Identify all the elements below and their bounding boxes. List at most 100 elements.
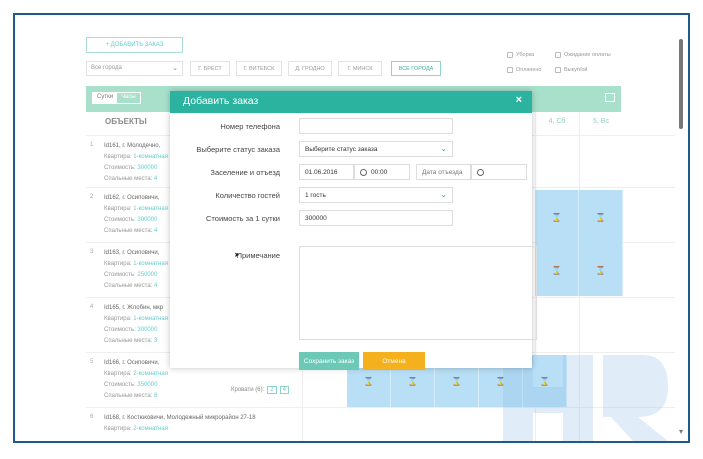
scroll-down-icon[interactable]: ▾ <box>679 427 683 436</box>
row-value: 350000 <box>137 382 158 388</box>
booked-cell[interactable]: ⌛ <box>579 190 623 245</box>
city-select[interactable]: Все города ⌄ <box>86 61 183 76</box>
booked-cell[interactable]: ⌛ <box>579 245 623 296</box>
row-value: 8 <box>154 393 158 399</box>
save-order-button[interactable]: Сохранить заказ <box>299 352 359 370</box>
price-label: Стоимость за 1 сутки <box>206 214 280 223</box>
city-button-grodno[interactable]: Д. ГРОДНО <box>288 61 332 76</box>
phone-input[interactable] <box>299 118 453 134</box>
checkout-time-input[interactable] <box>471 164 527 180</box>
row-key: Спальные места: <box>104 176 153 182</box>
cancel-button[interactable]: Отмена <box>363 352 425 370</box>
city-button-vitebsk[interactable]: Г. ВИТЕБСК <box>236 61 282 76</box>
row-key: Стоимость: <box>104 217 136 223</box>
chevron-down-icon: ⌄ <box>440 190 447 199</box>
checkout-date-input[interactable]: Дата отъезда <box>416 164 471 180</box>
row-key: Стоимость: <box>104 165 136 171</box>
row-details: Id165, г. Жлобин, мкр Квартира: 1-комнат… <box>104 303 168 347</box>
row-details: Id168, г. Костюковичи, Молодежный микрор… <box>104 413 256 435</box>
row-key: Стоимость: <box>104 272 136 278</box>
row-value: 4 <box>154 228 158 234</box>
toggle-days[interactable]: Сутки <box>93 93 118 103</box>
row-title: Id166, г. Осиповичи, <box>104 360 160 366</box>
row-title: Id163, г. Осиповичи, <box>104 250 160 256</box>
legend-cleaning: Уборка <box>507 52 534 58</box>
day-header: 5, Вс <box>593 117 609 125</box>
guests-select[interactable]: 1 гость ⌄ <box>299 187 453 203</box>
toggle-hours[interactable]: Часы <box>117 93 140 103</box>
booked-cell[interactable]: ⌛ <box>535 245 579 296</box>
phone-label: Номер телефона <box>220 122 280 131</box>
booked-cell[interactable]: ⌛ <box>535 190 579 245</box>
row-details: Id161, г. Молодечно, Квартира: 1-комнатн… <box>104 141 168 185</box>
chevron-down-icon: ⌄ <box>440 144 447 153</box>
price-input[interactable]: 300000 <box>299 210 453 226</box>
guests-label: Количество гостей <box>215 191 280 200</box>
status-label: Выберите статус заказа <box>196 145 280 154</box>
row-key: Спальные места: <box>104 393 153 399</box>
checkin-time-input[interactable]: 00:00 <box>354 164 410 180</box>
row-value: 1-комнатная <box>133 261 168 267</box>
city-select-value: Все города <box>91 65 122 71</box>
row-key: Квартира: <box>104 154 132 160</box>
row-value: 300000 <box>137 217 158 223</box>
row-number: 4 <box>90 304 94 310</box>
row-value: 2-комнатная <box>133 426 168 432</box>
row-value: 1-комнатная <box>133 206 168 212</box>
screenshot-frame: + ДОБАВИТЬ ЗАКАЗ Все города ⌄ Г. БРЕСТ Г… <box>13 13 690 443</box>
row-key: Стоимость: <box>104 382 136 388</box>
row-key: Квартира: <box>104 316 132 322</box>
scrollbar-thumb[interactable] <box>679 39 683 129</box>
row-value: 250000 <box>137 272 158 278</box>
scrollbar[interactable]: ▾ <box>675 15 688 441</box>
legend-awaiting-payment: Ожидание оплаты <box>555 52 611 58</box>
row-number: 6 <box>90 414 94 420</box>
beds-info: Кровати (6): 2 4 <box>231 386 289 394</box>
broom-icon <box>507 52 513 58</box>
close-icon[interactable]: × <box>516 94 522 106</box>
beds-value[interactable]: 4 <box>279 386 289 394</box>
booking-app: + ДОБАВИТЬ ЗАКАЗ Все города ⌄ Г. БРЕСТ Г… <box>15 15 676 441</box>
row-key: Квартира: <box>104 261 132 267</box>
checkin-date-input[interactable]: 01.06.2016 <box>299 164 354 180</box>
row-value: 4 <box>154 283 158 289</box>
mouse-cursor-icon: ➤ <box>234 252 240 259</box>
row-value: 4 <box>154 176 158 182</box>
city-button-all[interactable]: ВСЕ ГОРОДА <box>391 61 441 76</box>
row-number: 5 <box>90 359 94 365</box>
buyout-icon <box>555 67 561 73</box>
beds-value[interactable]: 2 <box>267 386 277 394</box>
row-number: 3 <box>90 249 94 255</box>
calendar-icon[interactable] <box>605 93 615 102</box>
row-details: Id162, г. Осиповичи, Квартира: 1-комнатн… <box>104 193 168 237</box>
row-value: 1-комнатная <box>133 316 168 322</box>
note-label: Примечание <box>236 251 280 260</box>
status-select[interactable]: Выберите статус заказа ⌄ <box>299 141 453 157</box>
row-title: Id168, г. Костюковичи, Молодежный микрор… <box>104 415 256 421</box>
row-key: Квартира: <box>104 206 132 212</box>
objects-header: ОБЪЕКТЫ <box>105 117 147 126</box>
row-value: 2-комнатная <box>133 371 168 377</box>
row-value: 300000 <box>137 327 158 333</box>
city-button-minsk[interactable]: Г. МИНСК <box>338 61 382 76</box>
legend-buyout: Выкуп/ой <box>555 67 587 73</box>
note-textarea[interactable] <box>299 246 537 340</box>
row-details: Id163, г. Осиповичи, Квартира: 1-комнатн… <box>104 248 168 292</box>
row-details: Id166, г. Осиповичи, Квартира: 2-комнатн… <box>104 358 168 402</box>
add-order-modal: Добавить заказ × Номер телефона Выберите… <box>170 91 537 370</box>
row-key: Спальные места: <box>104 338 153 344</box>
row-key: Квартира: <box>104 371 132 377</box>
row-number: 1 <box>90 142 94 148</box>
row-number: 2 <box>90 194 94 200</box>
legend-paid: Оплачено <box>507 67 541 73</box>
city-button-brest[interactable]: Г. БРЕСТ <box>190 61 230 76</box>
paid-icon <box>507 67 513 73</box>
modal-title: Добавить заказ <box>183 95 259 107</box>
modal-header: Добавить заказ × <box>170 91 532 113</box>
row-value: 300000 <box>137 165 158 171</box>
checkin-time-value: 00:00 <box>371 169 388 177</box>
view-toggle[interactable]: Сутки Часы <box>92 92 141 104</box>
hourglass-icon <box>555 52 561 58</box>
add-order-button[interactable]: + ДОБАВИТЬ ЗАКАЗ <box>86 37 183 53</box>
status-select-value: Выберите статус заказа <box>305 146 378 153</box>
